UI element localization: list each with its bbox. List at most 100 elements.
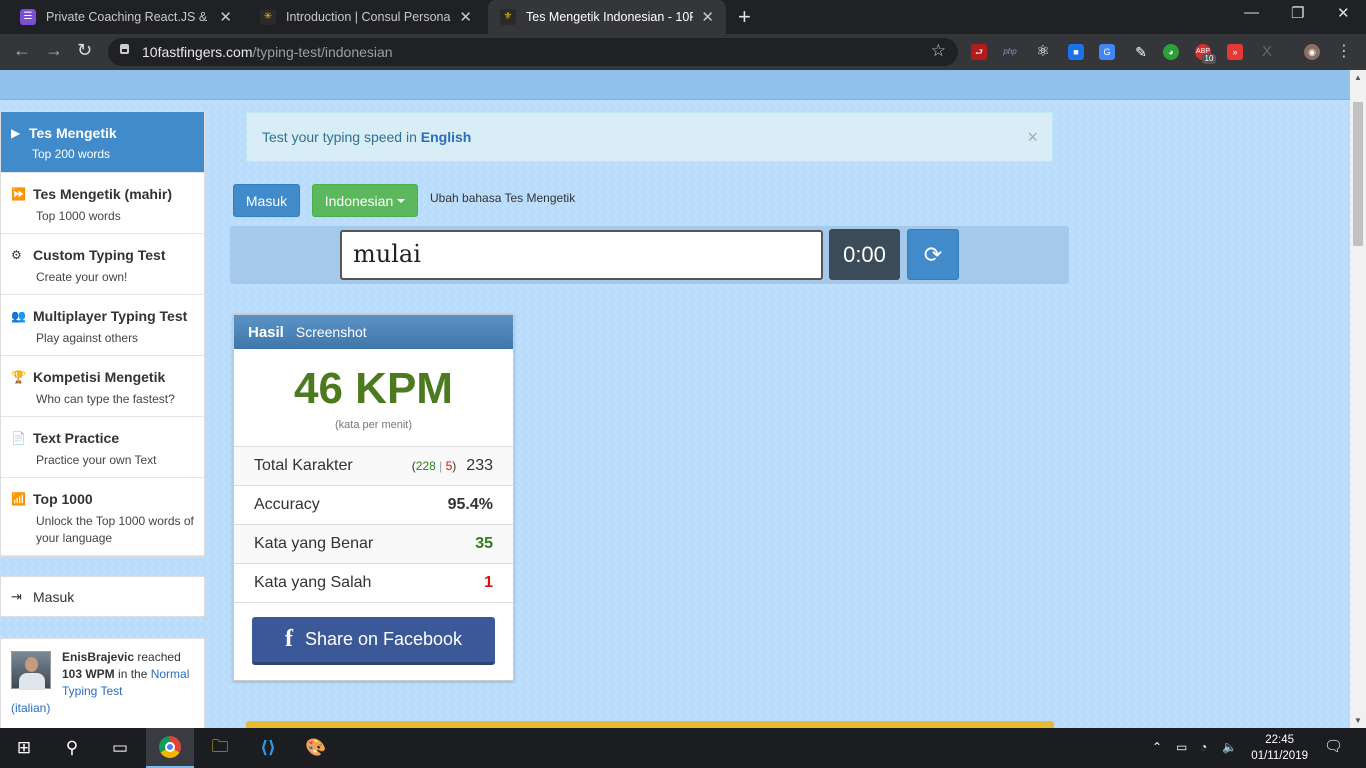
windows-taskbar: ⊞ ⚲ ▭ 🗀 ⟨⟩ 🎨 ⌃ ▭ ◔ 🔈 22:45 01/11/2019 🗨 [0, 728, 1366, 768]
extension-gray-x-icon[interactable]: X [1259, 44, 1275, 60]
profile-avatar-icon[interactable]: ◉ [1304, 44, 1320, 60]
sidebar-item-text-practice[interactable]: 📄 Text Practice Practice your own Text [1, 417, 204, 478]
sidebar-item-sub: Top 200 words [32, 147, 111, 161]
restore-window-icon[interactable]: ❐ [1291, 4, 1304, 22]
forward-icon[interactable]: → [45, 40, 63, 61]
language-alert: Test your typing speed in English × [246, 112, 1053, 162]
correct-chars: 228 [415, 459, 436, 473]
alert-english-link[interactable]: English [421, 129, 472, 145]
row-label: Kata yang Benar [254, 535, 374, 552]
sidebar-item-top-1000[interactable]: 📶 Top 1000 Unlock the Top 1000 words of y… [1, 478, 204, 556]
address-bar[interactable]: 10fastfingers.com/typing-test/indonesian… [108, 38, 958, 66]
browser-tab-active[interactable]: ⚜ Tes Mengetik Indonesian - 10Fast ✕ [488, 0, 726, 34]
facebook-icon: f [284, 626, 293, 652]
activity-user[interactable]: EnisBrajevic [62, 650, 134, 664]
wpm-display: 46 KPM (kata per menit) [234, 349, 513, 447]
10fastfingers-favicon-icon: ⚜ [500, 9, 516, 25]
table-row: Kata yang Salah 1 [234, 564, 513, 603]
minimize-window-icon[interactable]: — [1244, 4, 1259, 21]
php-extension-icon[interactable]: php [1002, 44, 1018, 60]
sidebar-login-label: Masuk [33, 588, 75, 605]
tray-chevron-icon[interactable]: ⌃ [1152, 740, 1162, 754]
word-input[interactable]: mulai [340, 230, 823, 280]
timer: 0:00 [829, 229, 900, 280]
chrome-taskbar-icon[interactable] [146, 728, 194, 768]
sign-in-icon: ⇥ [11, 588, 22, 604]
reload-page-icon[interactable]: ↻ [77, 40, 92, 61]
row-value: 1 [484, 574, 493, 591]
results-panel: Hasil Screenshot 46 KPM (kata per menit)… [233, 314, 514, 681]
typing-row: mulai 0:00 ⟳ [230, 226, 1069, 284]
top-navbar-edge [0, 70, 1350, 100]
language-dropdown-label: Indonesian [324, 192, 394, 209]
close-icon[interactable]: × [1027, 127, 1038, 148]
taskbar-clock[interactable]: 22:45 01/11/2019 [1251, 732, 1308, 764]
browser-tab[interactable]: ☰ Private Coaching React.JS & Reac ✕ [8, 0, 244, 34]
browser-toolbar: ← → ↻ 10fastfingers.com/typing-test/indo… [0, 34, 1366, 70]
page-scrollbar[interactable]: ▲ ▼ [1350, 70, 1366, 728]
gears-icon: ⚙ [11, 248, 22, 262]
browser-menu-icon[interactable]: ⋮ [1336, 41, 1352, 61]
close-tab-icon[interactable]: ✕ [459, 8, 472, 26]
file-explorer-icon[interactable]: 🗀 [196, 728, 244, 768]
sidebar-login[interactable]: ⇥ Masuk [0, 576, 205, 617]
volume-icon[interactable]: 🔈 [1222, 740, 1237, 754]
task-view-icon[interactable]: ▭ [96, 728, 144, 768]
vscode-icon[interactable]: ⟨⟩ [244, 728, 292, 768]
sidebar-item-sub: Who can type the fastest? [36, 392, 175, 406]
back-icon[interactable]: ← [13, 40, 31, 61]
lock-icon [120, 44, 129, 54]
abp-count-badge: 10 [1202, 54, 1216, 64]
sidebar-item-tes-mengetik[interactable]: ▶ Tes Mengetik Top 200 words [1, 112, 204, 173]
search-icon[interactable]: ⚲ [48, 728, 96, 768]
extension-red-icon[interactable]: » [1227, 44, 1243, 60]
close-window-icon[interactable]: ✕ [1337, 4, 1350, 22]
bookmark-star-icon[interactable]: ☆ [931, 41, 946, 61]
close-tab-icon[interactable]: ✕ [219, 8, 232, 26]
react-devtools-icon[interactable]: ⚛ [1035, 44, 1051, 60]
battery-icon[interactable]: ▭ [1176, 740, 1187, 754]
scroll-up-icon[interactable]: ▲ [1354, 73, 1362, 82]
sidebar-item-custom-typing-test[interactable]: ⚙ Custom Typing Test Create your own! [1, 234, 204, 295]
sidebar-item-label: Multiplayer Typing Test [33, 308, 188, 324]
paint-icon[interactable]: 🎨 [292, 728, 340, 768]
tab-hasil[interactable]: Hasil [248, 324, 284, 341]
table-row: Kata yang Benar 35 [234, 525, 513, 564]
sidebar-item-label: Custom Typing Test [33, 247, 166, 263]
pdf-extension-icon[interactable]: ⮐ [971, 44, 987, 60]
scroll-down-icon[interactable]: ▼ [1354, 716, 1362, 725]
language-dropdown[interactable]: Indonesian [312, 184, 418, 217]
tab-screenshot[interactable]: Screenshot [296, 324, 367, 340]
sidebar-item-sub: Unlock the Top 1000 words of your langua… [36, 514, 194, 545]
sidebar-item-sub: Play against others [36, 331, 139, 345]
login-button[interactable]: Masuk [233, 184, 300, 217]
row-value: 233 [466, 457, 493, 474]
close-tab-icon[interactable]: ✕ [701, 8, 714, 26]
scroll-thumb[interactable] [1353, 102, 1363, 246]
browser-tab[interactable]: ✳ Introduction | Consul Personality ✕ [248, 0, 484, 34]
sidebar-item-multiplayer[interactable]: 👥 Multiplayer Typing Test Play against ot… [1, 295, 204, 356]
reload-button[interactable]: ⟳ [907, 229, 959, 280]
alert-text: Test your typing speed in [262, 129, 421, 145]
wpm-value: 46 KPM [294, 364, 453, 413]
color-picker-icon[interactable]: ✎ [1133, 44, 1149, 60]
new-tab-icon[interactable]: + [738, 4, 751, 30]
notifications-icon[interactable]: 🗨 [1324, 737, 1343, 755]
share-facebook-button[interactable]: f Share on Facebook [252, 617, 495, 665]
sidebar-item-tes-mengetik-mahir[interactable]: ⏩ Tes Mengetik (mahir) Top 1000 words [1, 173, 204, 234]
document-icon: 📄 [11, 431, 26, 445]
activity-lang-link[interactable]: (italian) [11, 700, 194, 717]
extension-blue-square-icon[interactable]: ■ [1068, 44, 1084, 60]
results-header: Hasil Screenshot [234, 315, 513, 349]
browser-tab-title: Introduction | Consul Personality [286, 10, 452, 24]
extension-green-icon[interactable]: ◕ [1163, 44, 1179, 60]
google-translate-icon[interactable]: G [1099, 44, 1115, 60]
url-text: 10fastfingers.com/typing-test/indonesian [142, 44, 393, 60]
wifi-icon[interactable]: ◔ [1200, 740, 1207, 754]
sidebar-item-kompetisi[interactable]: 🏆 Kompetisi Mengetik Who can type the fas… [1, 356, 204, 417]
table-row: Accuracy 95.4% [234, 486, 513, 525]
clock-date: 01/11/2019 [1251, 750, 1308, 762]
windows-start-icon[interactable]: ⊞ [0, 728, 48, 768]
sidebar-item-sub: Practice your own Text [36, 453, 157, 467]
sidebar-item-label: Top 1000 [33, 491, 93, 507]
